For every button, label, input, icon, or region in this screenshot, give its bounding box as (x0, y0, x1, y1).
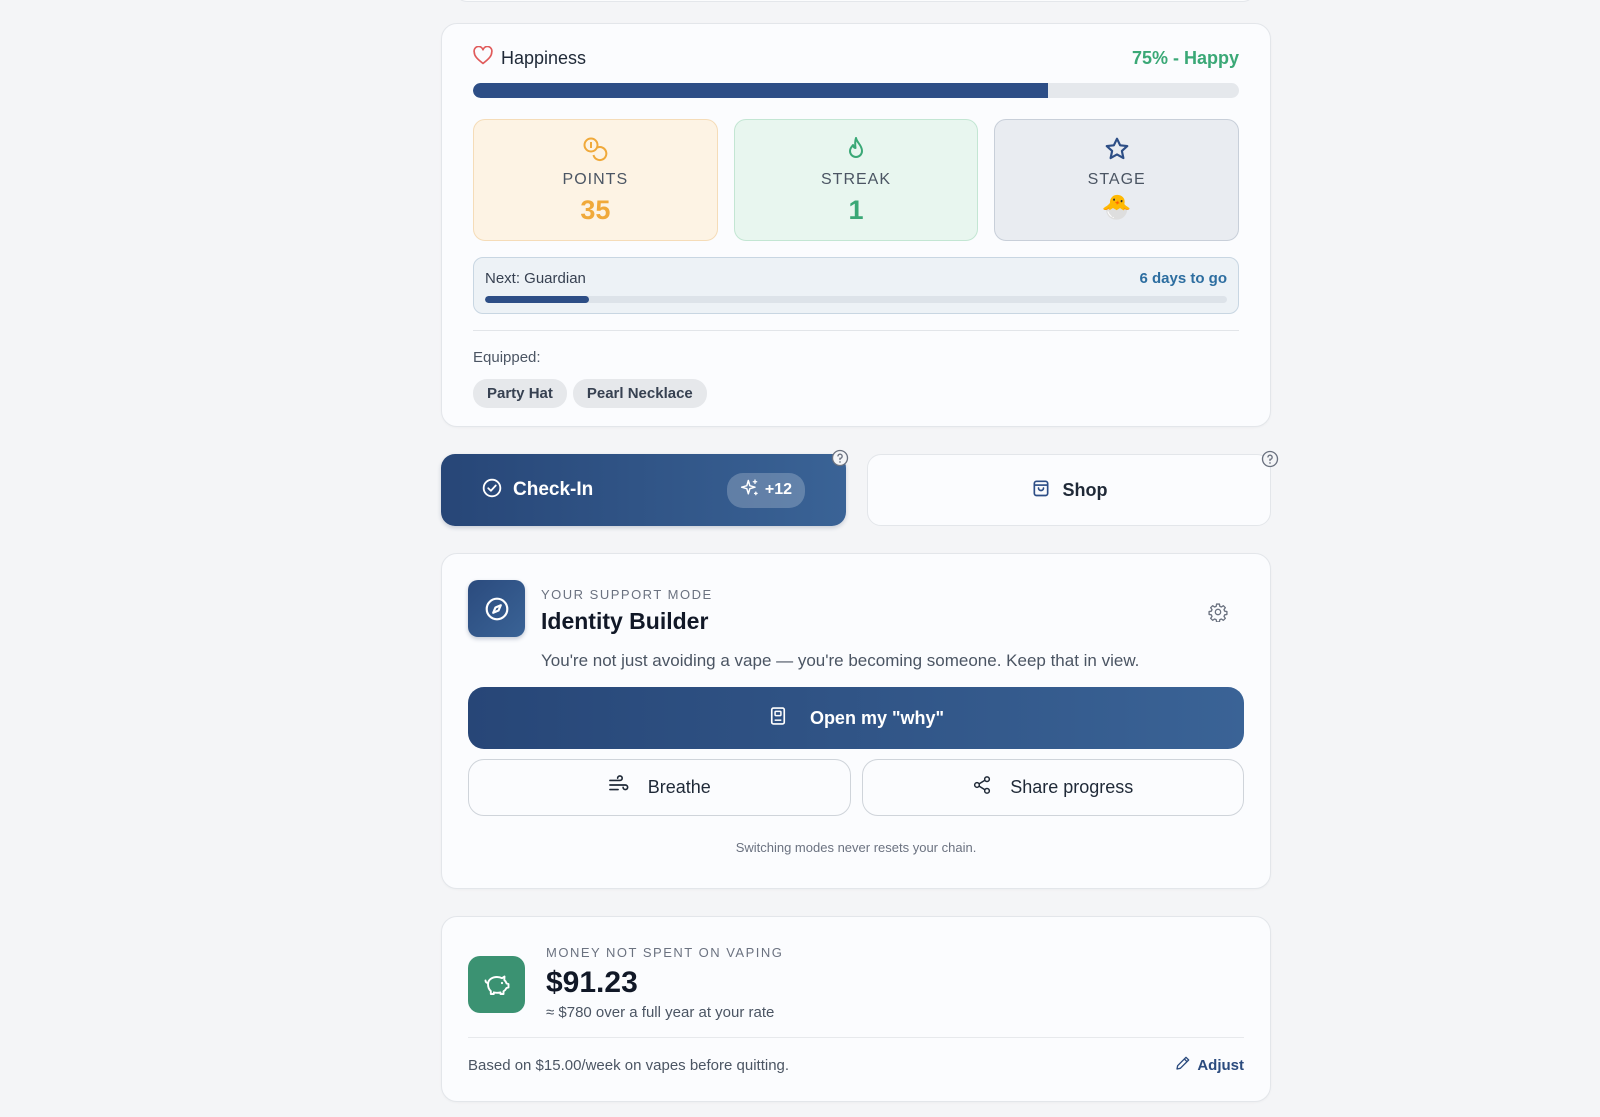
money-basis-note: Based on $15.00/week on vapes before qui… (468, 1056, 790, 1074)
book-icon (768, 706, 788, 731)
action-buttons: Check-In +12 Shop (441, 449, 1279, 526)
check-in-label: Check-In (513, 479, 594, 500)
check-in-bonus-value: +12 (764, 481, 792, 498)
breathe-label: Breathe (647, 777, 711, 797)
star-icon (1104, 136, 1130, 167)
money-amount: $91.23 (546, 966, 638, 999)
share-progress-button[interactable]: Share progress (861, 759, 1244, 816)
next-stage-bar-fill (485, 296, 589, 303)
support-mode-title: Identity Builder (541, 608, 709, 634)
adjust-label: Adjust (1197, 1056, 1244, 1074)
happiness-bar (473, 83, 1239, 98)
adjust-button[interactable]: Adjust (1175, 1055, 1244, 1075)
shopping-bag-icon (1031, 478, 1051, 503)
points-label: POINTS (562, 171, 629, 188)
money-kicker: MONEY NOT SPENT ON VAPING (546, 945, 784, 960)
divider (473, 330, 1239, 331)
wind-icon (608, 775, 630, 800)
open-why-label: Open my "why" (809, 707, 945, 728)
shop-button[interactable]: Shop (867, 450, 1279, 526)
streak-tile: STREAK 1 (733, 119, 979, 241)
sparkles-icon (740, 478, 760, 503)
breathe-button[interactable]: Breathe (468, 759, 851, 816)
points-tile: POINTS 35 (473, 119, 718, 241)
check-in-bonus-badge: +12 (726, 472, 805, 508)
happiness-label: Happiness (501, 47, 587, 68)
check-in-button[interactable]: Check-In +12 (441, 449, 849, 526)
shop-help-icon[interactable] (1261, 450, 1279, 473)
previous-card-edge (455, 0, 1255, 2)
equipped-label: Equipped: (473, 349, 541, 366)
support-mode-kicker: YOUR SUPPORT MODE (541, 587, 713, 602)
happiness-status: 75% - Happy (1131, 47, 1239, 68)
pencil-icon (1175, 1055, 1191, 1075)
compass-icon (468, 580, 525, 637)
stage-label: STAGE (1087, 171, 1146, 188)
hatching-chick-emoji: 🐣 (1101, 194, 1132, 221)
support-mode-card: YOUR SUPPORT MODE Identity Builder You'r… (441, 553, 1271, 889)
next-stage-days: 6 days to go (1139, 270, 1227, 287)
share-progress-label: Share progress (1010, 777, 1134, 797)
streak-label: STREAK (821, 171, 892, 188)
next-stage-bar (485, 296, 1227, 303)
streak-value: 1 (848, 195, 864, 225)
shop-label: Shop (1062, 479, 1108, 500)
next-stage-progress: Next: Guardian 6 days to go (473, 257, 1239, 314)
support-mode-description: You're not just avoiding a vape — you're… (541, 651, 1140, 670)
equipped-chip-party-hat[interactable]: Party Hat (473, 379, 567, 408)
share-icon (972, 775, 992, 800)
pet-status-card: Happiness 75% - Happy POINTS 35 STREAK 1… (441, 23, 1271, 427)
equipped-items: Party Hat Pearl Necklace (473, 379, 1239, 408)
piggy-bank-icon (468, 956, 525, 1013)
flame-icon (844, 136, 868, 167)
open-why-button[interactable]: Open my "why" (468, 687, 1244, 749)
divider (468, 1037, 1244, 1038)
happiness-header: Happiness 75% - Happy (473, 45, 1239, 70)
next-stage-label: Next: Guardian (485, 270, 586, 287)
happiness-bar-fill (473, 83, 1048, 98)
gear-icon[interactable] (1208, 602, 1228, 627)
stage-tile: STAGE 🐣 (994, 119, 1240, 241)
money-yearly-estimate: ≈ $780 over a full year at your rate (546, 1004, 775, 1021)
check-circle-icon (482, 478, 502, 503)
points-value: 35 (580, 195, 611, 225)
coins-icon (582, 136, 608, 167)
heart-icon (473, 45, 493, 70)
support-footnote: Switching modes never resets your chain. (735, 840, 977, 855)
stats-row: POINTS 35 STREAK 1 STAGE 🐣 (473, 119, 1240, 241)
check-in-help-icon[interactable] (831, 449, 849, 472)
money-saved-card: MONEY NOT SPENT ON VAPING $91.23 ≈ $780 … (441, 916, 1271, 1102)
equipped-chip-pearl-necklace[interactable]: Pearl Necklace (572, 379, 707, 408)
